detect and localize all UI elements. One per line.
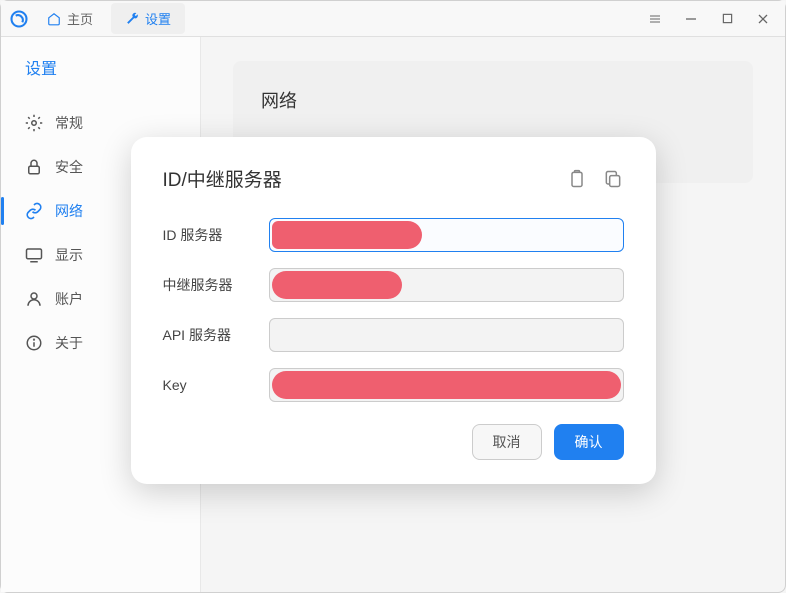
confirm-button[interactable]: 确认 bbox=[554, 424, 624, 460]
tab-settings[interactable]: 设置 bbox=[111, 3, 185, 34]
modal-footer: 取消 确认 bbox=[163, 424, 624, 460]
paste-button[interactable] bbox=[566, 168, 588, 190]
tab-home[interactable]: 主页 bbox=[33, 3, 107, 34]
modal-overlay: ID/中继服务器 ID 服务器 中继服务器 API 服务器 bbox=[1, 37, 785, 592]
form-row-api-server: API 服务器 bbox=[163, 318, 624, 352]
tab-settings-label: 设置 bbox=[145, 9, 171, 28]
copy-button[interactable] bbox=[602, 168, 624, 190]
cancel-button[interactable]: 取消 bbox=[472, 424, 542, 460]
titlebar-left: 主页 设置 bbox=[9, 3, 185, 34]
redaction bbox=[272, 271, 402, 299]
redaction bbox=[272, 221, 422, 249]
api-server-input[interactable] bbox=[269, 318, 624, 352]
window-controls bbox=[641, 5, 777, 33]
redaction bbox=[272, 371, 621, 399]
close-button[interactable] bbox=[749, 5, 777, 33]
id-server-input[interactable] bbox=[269, 218, 624, 252]
modal-header-actions bbox=[566, 168, 624, 190]
form-row-key: Key bbox=[163, 368, 624, 402]
minimize-button[interactable] bbox=[677, 5, 705, 33]
id-server-label: ID 服务器 bbox=[163, 225, 253, 245]
relay-server-label: 中继服务器 bbox=[163, 275, 253, 295]
menu-button[interactable] bbox=[641, 5, 669, 33]
relay-server-input[interactable] bbox=[269, 268, 624, 302]
modal-header: ID/中继服务器 bbox=[163, 165, 624, 192]
form-row-id-server: ID 服务器 bbox=[163, 218, 624, 252]
key-input[interactable] bbox=[269, 368, 624, 402]
relay-server-modal: ID/中继服务器 ID 服务器 中继服务器 API 服务器 bbox=[131, 137, 656, 484]
wrench-icon bbox=[125, 12, 139, 26]
key-label: Key bbox=[163, 377, 253, 393]
app-logo-icon bbox=[9, 9, 29, 29]
api-server-label: API 服务器 bbox=[163, 325, 253, 345]
form-row-relay-server: 中继服务器 bbox=[163, 268, 624, 302]
titlebar: 主页 设置 bbox=[1, 1, 785, 37]
modal-title: ID/中继服务器 bbox=[163, 165, 282, 192]
home-icon bbox=[47, 12, 61, 26]
tab-home-label: 主页 bbox=[67, 9, 93, 28]
maximize-button[interactable] bbox=[713, 5, 741, 33]
